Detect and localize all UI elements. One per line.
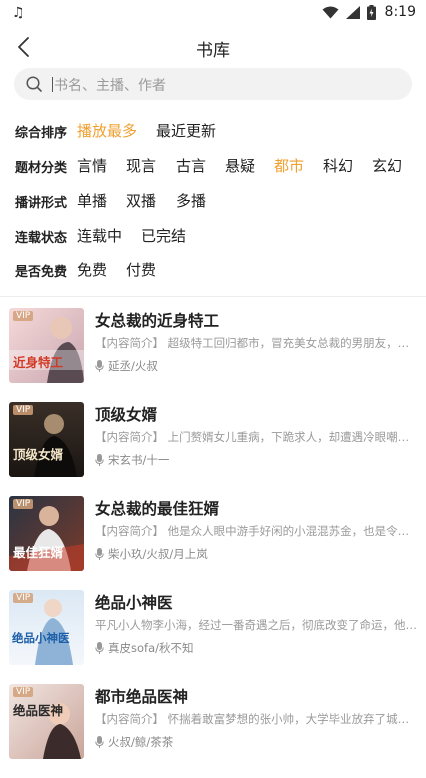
filter-option[interactable]: 双播 <box>126 190 156 211</box>
filter-label: 综合排序 <box>15 126 68 141</box>
vip-badge: VIP <box>13 311 34 321</box>
filter-option[interactable]: 播放最多 <box>77 120 137 141</box>
vip-badge: VIP <box>13 499 34 509</box>
filter-option[interactable]: 悬疑 <box>225 155 255 176</box>
filter-option[interactable]: 古言 <box>176 155 206 176</box>
book-cover[interactable]: VIP 最佳狂婿 <box>9 496 84 571</box>
microphone-icon <box>95 548 104 560</box>
book-cover[interactable]: VIP 近身特工 <box>9 308 84 383</box>
book-item[interactable]: VIP 绝品小神医 绝品小神医 平凡小人物李小海，经过一番奇遇之后，彻底改变了命… <box>0 590 426 684</box>
book-narrators: 柴小玖/火叔/月上岚 <box>95 546 208 562</box>
filter-option[interactable]: 连载中 <box>77 225 122 246</box>
narrator-names: 宋玄书/十一 <box>108 453 170 467</box>
book-item[interactable]: VIP 绝品医神 都市绝品医神 【内容简介】 怀揣着敢富梦想的张小帅，大学毕业放… <box>0 684 426 778</box>
book-description: 【内容简介】 他是众人眼中游手好闲的小混混苏金，也是令全… <box>95 524 417 538</box>
filter-option[interactable]: 已完结 <box>141 225 186 246</box>
cover-title: 绝品小神医 <box>12 631 70 645</box>
filter-option[interactable]: 多播 <box>176 190 206 211</box>
filter-row-sort: 综合排序 播放最多 最近更新 <box>0 117 426 147</box>
book-title: 女总裁的最佳狂婿 <box>95 500 220 518</box>
filter-option[interactable]: 玄幻 <box>372 155 402 176</box>
search-placeholder: 书名、主播、作者 <box>54 78 166 94</box>
narrator-names: 真皮sofa/秋不知 <box>108 641 194 655</box>
filter-label: 播讲形式 <box>15 196 68 211</box>
status-bar: ♫ 8:19 <box>0 0 426 26</box>
book-title: 绝品小神医 <box>95 594 173 612</box>
book-title: 女总裁的近身特工 <box>95 312 220 330</box>
filter-option[interactable]: 付费 <box>126 259 156 280</box>
book-description: 【内容简介】 上门赘婿女儿重病，下跪求人，却遭遇冷眼嘲讽… <box>95 430 417 444</box>
vip-badge: VIP <box>13 687 34 697</box>
clock: 8:19 <box>384 4 416 20</box>
book-item[interactable]: VIP 最佳狂婿 女总裁的最佳狂婿 【内容简介】 他是众人眼中游手好闲的小混混苏… <box>0 496 426 590</box>
filter-option[interactable]: 科幻 <box>323 155 353 176</box>
narrator-names: 火叔/鲸/茶茶 <box>108 735 174 749</box>
book-narrators: 真皮sofa/秋不知 <box>95 640 194 656</box>
microphone-icon <box>95 454 104 466</box>
microphone-icon <box>95 642 104 654</box>
top-bar: 书库 <box>0 26 426 66</box>
microphone-icon <box>95 736 104 748</box>
book-title: 顶级女婿 <box>95 406 158 424</box>
music-note-icon: ♫ <box>12 5 25 21</box>
book-description: 平凡小人物李小海，经过一番奇遇之后，彻底改变了命运，他扳… <box>95 618 417 632</box>
filter-row-status: 连载状态 连载中 已完结 <box>0 222 426 252</box>
filter-option[interactable]: 单播 <box>77 190 107 211</box>
divider <box>0 296 426 297</box>
book-narrators: 延丞/火叔 <box>95 358 158 374</box>
book-cover[interactable]: VIP 绝品医神 <box>9 684 84 759</box>
filter-option[interactable]: 最近更新 <box>156 120 216 141</box>
battery-icon <box>366 4 376 20</box>
narrator-names: 柴小玖/火叔/月上岚 <box>108 547 208 561</box>
search-input[interactable]: 书名、主播、作者 <box>14 68 412 100</box>
filter-label: 题材分类 <box>15 161 68 176</box>
book-narrators: 宋玄书/十一 <box>95 452 169 468</box>
filter-label: 是否免费 <box>15 265 68 280</box>
cover-title: 最佳狂婿 <box>13 545 64 560</box>
filter-option[interactable]: 现言 <box>126 155 156 176</box>
cover-title: 近身特工 <box>13 355 64 370</box>
book-cover[interactable]: VIP 绝品小神医 <box>9 590 84 665</box>
page-title: 书库 <box>196 41 230 61</box>
book-cover[interactable]: VIP 顶级女婿 <box>9 402 84 477</box>
search-icon <box>26 76 42 92</box>
text-cursor <box>52 77 53 92</box>
status-icons: 8:19 <box>322 4 416 20</box>
book-item[interactable]: VIP 近身特工 女总裁的近身特工 【内容简介】 超级特工回归都市，冒充美女总裁… <box>0 308 426 402</box>
filter-label: 连载状态 <box>15 231 68 246</box>
filter-row-genre: 题材分类 言情 现言 古言 悬疑 都市 科幻 玄幻 <box>0 152 426 182</box>
cover-title: 顶级女婿 <box>13 447 64 462</box>
filter-option[interactable]: 言情 <box>77 155 107 176</box>
book-item[interactable]: VIP 顶级女婿 顶级女婿 【内容简介】 上门赘婿女儿重病，下跪求人，却遭遇冷眼… <box>0 402 426 496</box>
cover-title: 绝品医神 <box>13 703 64 718</box>
signal-icon <box>345 5 360 19</box>
wifi-icon <box>322 6 339 18</box>
filter-row-format: 播讲形式 单播 双播 多播 <box>0 187 426 217</box>
book-title: 都市绝品医神 <box>95 688 189 706</box>
book-narrators: 火叔/鲸/茶茶 <box>95 734 173 750</box>
filter-option[interactable]: 免费 <box>77 259 107 280</box>
vip-badge: VIP <box>13 405 34 415</box>
narrator-names: 延丞/火叔 <box>108 359 158 373</box>
book-description: 【内容简介】 超级特工回归都市，冒充美女总裁的男朋友，第… <box>95 336 417 350</box>
book-description: 【内容简介】 怀揣着敢富梦想的张小帅，大学毕业放弃了城里… <box>95 712 417 726</box>
filter-row-price: 是否免费 免费 付费 <box>0 256 426 286</box>
filter-option[interactable]: 都市 <box>274 155 304 176</box>
vip-badge: VIP <box>13 593 34 603</box>
microphone-icon <box>95 360 104 372</box>
